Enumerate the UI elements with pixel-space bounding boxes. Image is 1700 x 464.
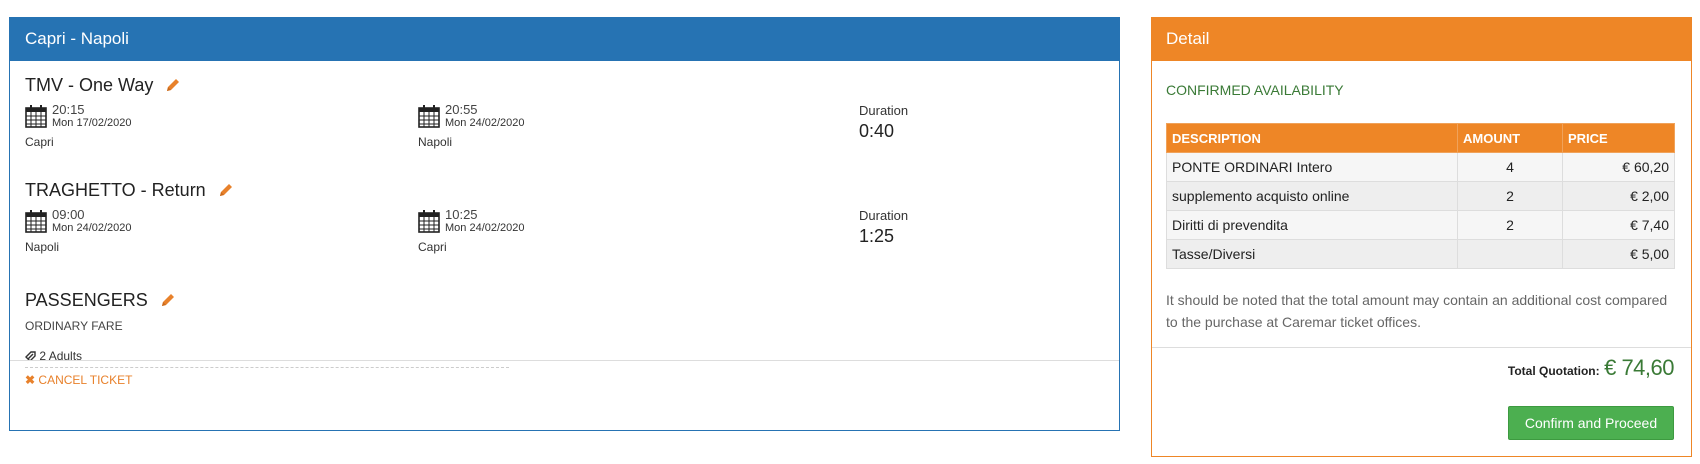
pencil-icon[interactable] <box>165 77 181 93</box>
route-item: TRAGHETTO - Return 09:00 Mon 24/02/2020 … <box>25 177 1105 255</box>
passengers-heading: PASSENGERS <box>25 288 176 312</box>
price-table: DESCRIPTION AMOUNT PRICE PONTE ORDINARI … <box>1166 123 1675 269</box>
row-price: € 5,00 <box>1562 239 1675 269</box>
table-row: Diritti di prevendita 2 € 7,40 <box>1166 210 1675 240</box>
route-title: TRAGHETTO - Return <box>25 179 206 200</box>
arrival-time: 10:25 <box>445 207 478 222</box>
departure-date: Mon 17/02/2020 <box>52 117 132 129</box>
fare-type: ORDINARY FARE <box>25 319 123 333</box>
departure-date: Mon 24/02/2020 <box>52 222 132 234</box>
table-row: PONTE ORDINARI Intero 4 € 60,20 <box>1166 152 1675 182</box>
arrival-time: 20:55 <box>445 102 478 117</box>
close-icon: ✖ <box>25 373 36 387</box>
row-description: supplemento acquisto online <box>1166 181 1458 211</box>
duration-label: Duration <box>859 103 909 118</box>
detail-panel: Detail CONFIRMED AVAILABILITY DESCRIPTIO… <box>1151 17 1692 457</box>
pencil-icon[interactable] <box>218 182 234 198</box>
cost-note: It should be noted that the total amount… <box>1166 292 1668 330</box>
column-header: DESCRIPTION <box>1166 123 1458 153</box>
calendar-icon <box>418 210 440 233</box>
route-item: TMV - One Way 20:15 Mon 17/02/2020 Capri <box>25 72 1105 150</box>
table-row: Tasse/Diversi € 5,00 <box>1166 239 1675 269</box>
detail-title: Detail <box>1152 18 1691 61</box>
row-amount: 4 <box>1457 152 1563 182</box>
cancel-ticket-label: CANCEL TICKET <box>38 373 133 387</box>
calendar-icon <box>25 210 47 233</box>
column-header: PRICE <box>1562 123 1675 153</box>
divider <box>10 360 1119 361</box>
passenger-count: 2 Adults <box>25 349 509 368</box>
row-price: € 2,00 <box>1562 181 1675 211</box>
total-quotation: Total Quotation: € 74,60 <box>1507 355 1675 381</box>
arrival-date: Mon 24/02/2020 <box>445 117 525 129</box>
departure-port: Napoli <box>25 240 60 254</box>
arrival-date: Mon 24/02/2020 <box>445 222 525 234</box>
row-description: Diritti di prevendita <box>1166 210 1458 240</box>
pencil-icon[interactable] <box>160 292 176 308</box>
table-header-row: DESCRIPTION AMOUNT PRICE <box>1166 123 1675 153</box>
route-title: TMV - One Way <box>25 74 154 95</box>
row-amount: 2 <box>1457 181 1563 211</box>
arrival-port: Napoli <box>418 135 453 149</box>
departure-port: Capri <box>25 135 54 149</box>
trip-summary-panel: Capri - Napoli TMV - One Way 20:15 Mon 1… <box>9 17 1120 431</box>
arrival-port: Capri <box>418 240 447 254</box>
row-description: Tasse/Diversi <box>1166 239 1458 269</box>
duration-value: 1:25 <box>859 226 895 246</box>
table-row: supplemento acquisto online 2 € 2,00 <box>1166 181 1675 211</box>
row-amount <box>1457 239 1563 269</box>
row-price: € 60,20 <box>1562 152 1675 182</box>
total-value: € 74,60 <box>1604 355 1674 380</box>
calendar-icon <box>418 105 440 128</box>
row-amount: 2 <box>1457 210 1563 240</box>
passengers-title: PASSENGERS <box>25 289 148 310</box>
cancel-ticket-button[interactable]: ✖ CANCEL TICKET <box>25 373 132 387</box>
confirm-and-proceed-button[interactable]: Confirm and Proceed <box>1508 406 1674 440</box>
duration-label: Duration <box>859 208 909 223</box>
divider <box>1152 347 1691 348</box>
row-description: PONTE ORDINARI Intero <box>1166 152 1458 182</box>
trip-route-title: Capri - Napoli <box>10 18 1119 61</box>
column-header: AMOUNT <box>1457 123 1563 153</box>
departure-time: 09:00 <box>52 207 85 222</box>
duration-value: 0:40 <box>859 121 895 141</box>
availability-status: CONFIRMED AVAILABILITY <box>1166 82 1344 98</box>
row-price: € 7,40 <box>1562 210 1675 240</box>
total-label: Total Quotation: <box>1507 364 1600 378</box>
calendar-icon <box>25 105 47 128</box>
departure-time: 20:15 <box>52 102 85 117</box>
